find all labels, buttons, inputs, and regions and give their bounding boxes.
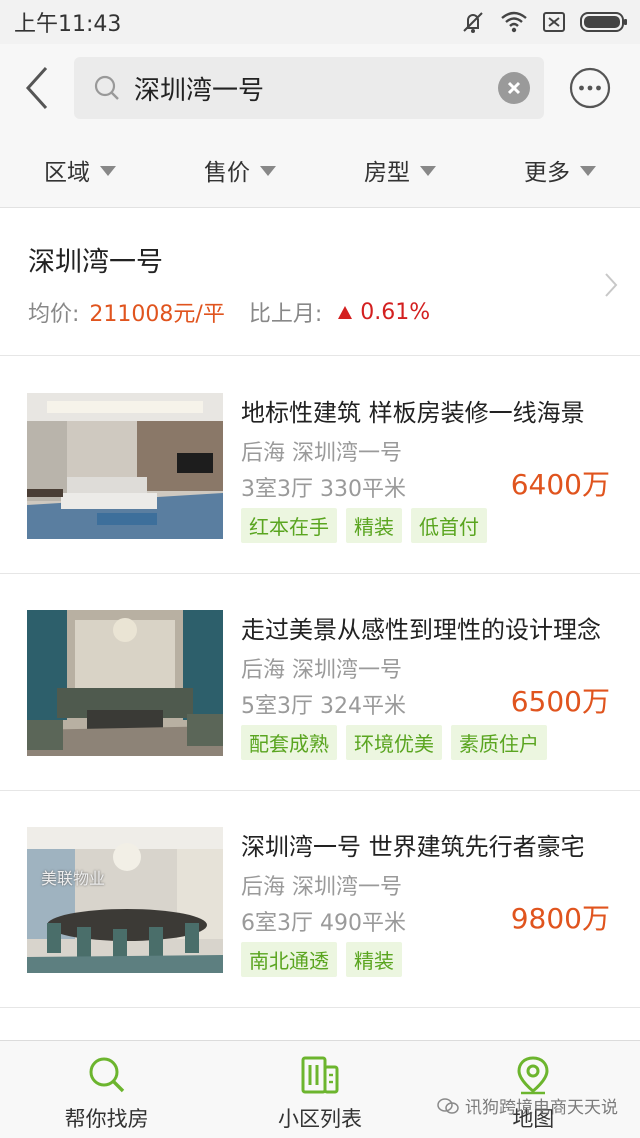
dining-room-photo <box>27 827 223 973</box>
watermark-text: 讯狗跨境电商天天说 <box>465 1098 618 1118</box>
listing-price: 6400万 <box>510 468 610 501</box>
listing-location: 后海 深圳湾一号 <box>241 658 402 683</box>
listing-tag: 精装 <box>346 942 402 977</box>
close-icon <box>507 81 521 95</box>
listing-item[interactable]: 地标性建筑 样板房装修一线海景 后海 深圳湾一号 3室3厅 330平米 6400… <box>0 357 640 574</box>
watermark: 讯狗跨境电商天天说 <box>437 1093 618 1118</box>
search-query: 深圳湾一号 <box>134 75 265 106</box>
listing-title: 深圳湾一号 世界建筑先行者豪宅 <box>241 833 585 861</box>
caret-down-icon <box>100 165 116 176</box>
avg-price-label: 均价: <box>28 302 80 327</box>
chevron-left-icon <box>25 66 48 110</box>
back-button[interactable] <box>0 44 74 132</box>
listing-location: 后海 深圳湾一号 <box>241 441 402 466</box>
filter-price[interactable]: 售价 <box>160 132 320 207</box>
wifi-icon <box>501 11 527 33</box>
filter-more[interactable]: 更多 <box>480 132 640 207</box>
listing-price: 6500万 <box>510 685 610 718</box>
filter-label: 房型 <box>364 159 410 186</box>
listing-tags: 南北通透 精装 <box>241 942 402 977</box>
search-icon <box>94 75 119 100</box>
listing-spec: 6室3厅 490平米 <box>241 911 406 936</box>
listing-photo: 美联物业 <box>27 827 223 973</box>
mom-change-value: 0.61% <box>360 299 431 325</box>
sim-icon <box>543 12 565 32</box>
community-title: 深圳湾一号 <box>28 247 163 278</box>
nav-community-list[interactable]: 小区列表 <box>213 1041 426 1138</box>
nav-label: 帮你找房 <box>64 1107 149 1131</box>
mom-label: 比上月: <box>248 302 323 327</box>
wechat-icon <box>437 1097 459 1114</box>
listing-item[interactable]: 美联物业 深圳湾一号 世界建筑先行者豪宅 后海 深圳湾一号 6室3厅 490平米… <box>0 791 640 1008</box>
listing-spec: 3室3厅 330平米 <box>241 477 406 502</box>
listing-photo <box>27 610 223 756</box>
living-room-photo <box>27 610 223 756</box>
listing-spec: 5室3厅 324平米 <box>241 694 406 719</box>
building-list-icon <box>301 1056 339 1094</box>
listing-tag: 配套成熟 <box>241 725 337 760</box>
filter-region[interactable]: 区域 <box>0 132 160 207</box>
community-summary[interactable]: 深圳湾一号 均价: 211008元/平 比上月: 0.61% <box>0 208 640 356</box>
caret-down-icon <box>420 165 436 176</box>
filter-layout[interactable]: 房型 <box>320 132 480 207</box>
bottom-nav: 帮你找房 小区列表 地图 讯狗跨境电商天天说 <box>0 1040 640 1138</box>
clear-search-button[interactable] <box>498 72 530 104</box>
listing-price: 9800万 <box>510 902 610 935</box>
listing-tag: 精装 <box>346 508 402 543</box>
search-icon <box>89 1057 124 1093</box>
filter-label: 售价 <box>204 159 250 186</box>
listing-title: 走过美景从感性到理性的设计理念 <box>241 616 601 644</box>
filter-label: 区域 <box>44 159 90 186</box>
more-options-icon[interactable] <box>568 66 612 110</box>
listing-item[interactable]: 走过美景从感性到理性的设计理念 后海 深圳湾一号 5室3厅 324平米 6500… <box>0 574 640 791</box>
listing-tag: 环境优美 <box>346 725 442 760</box>
nav-find-home[interactable]: 帮你找房 <box>0 1041 213 1138</box>
living-room-photo <box>27 393 223 539</box>
listing-tags: 配套成熟 环境优美 素质住户 <box>241 725 547 760</box>
search-input[interactable]: 深圳湾一号 <box>74 57 544 119</box>
caret-down-icon <box>260 165 276 176</box>
listing-tag: 红本在手 <box>241 508 337 543</box>
battery-icon <box>580 12 627 32</box>
up-arrow-icon <box>338 305 353 319</box>
search-header: 深圳湾一号 <box>0 44 640 132</box>
status-bar: 上午11:43 <box>0 0 640 44</box>
avg-price-value: 211008元/平 <box>89 302 225 327</box>
filter-bar: 区域 售价 房型 更多 <box>0 132 640 208</box>
listing-location: 后海 深圳湾一号 <box>241 875 402 900</box>
nav-label: 小区列表 <box>277 1107 362 1131</box>
thumb-watermark-text: 美联物业 <box>41 869 106 888</box>
listing-photo <box>27 393 223 539</box>
price-summary: 均价: 211008元/平 比上月: 0.61% <box>28 296 430 328</box>
map-pin-icon <box>517 1056 549 1095</box>
listing-tags: 红本在手 精装 低首付 <box>241 508 487 543</box>
caret-down-icon <box>580 165 596 176</box>
listing-tag: 南北通透 <box>241 942 337 977</box>
chevron-right-icon <box>605 273 618 297</box>
listing-tag: 素质住户 <box>451 725 547 760</box>
filter-label: 更多 <box>524 159 570 186</box>
status-time: 上午11:43 <box>14 12 122 37</box>
listing-tag: 低首付 <box>411 508 487 543</box>
listing-title: 地标性建筑 样板房装修一线海景 <box>241 399 585 427</box>
nav-map[interactable]: 地图 <box>427 1041 640 1138</box>
status-icons <box>460 10 628 34</box>
mute-icon <box>463 12 483 33</box>
